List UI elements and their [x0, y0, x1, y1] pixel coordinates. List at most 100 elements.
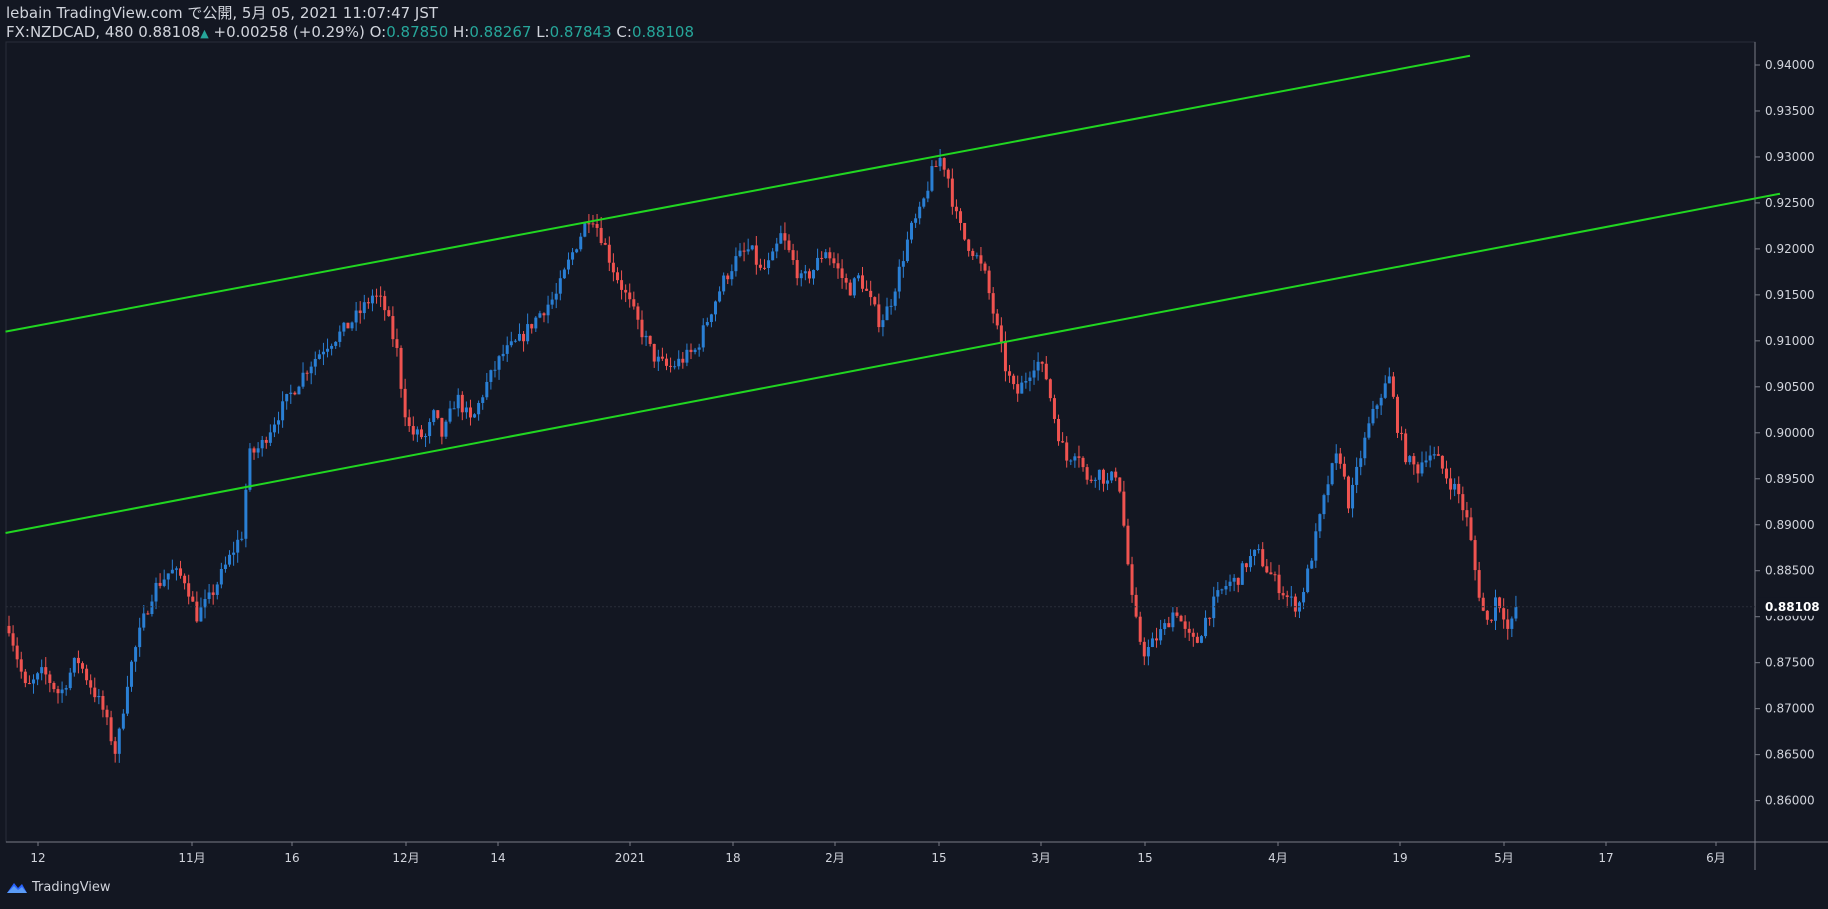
- time-tick-label: 12月: [392, 851, 419, 865]
- candle-body: [23, 671, 27, 684]
- candle-body: [1457, 483, 1461, 495]
- time-tick-label: 17: [1598, 851, 1613, 865]
- candle-body: [844, 278, 848, 283]
- candle-body: [142, 613, 146, 628]
- time-tick-label: 12: [30, 851, 45, 865]
- candle-body: [1338, 453, 1342, 464]
- candle-body: [803, 271, 807, 274]
- candle-body: [330, 345, 334, 349]
- candle-body: [346, 322, 350, 329]
- candle-body: [1003, 342, 1007, 372]
- publisher-info: lebain TradingView.com で公開, 5月 05, 2021 …: [6, 4, 439, 22]
- candle-body: [1444, 468, 1448, 479]
- candle-body: [1510, 618, 1514, 629]
- candle-body: [1179, 615, 1183, 622]
- candle-body: [464, 407, 468, 413]
- candle-body: [787, 240, 791, 251]
- candle-body: [1277, 574, 1281, 594]
- time-axis[interactable]: 12 11月 16 12月 14 2021 18 2月 15 3月 15 4月 19 5月 17 6月: [30, 842, 1726, 865]
- candle-body: [1155, 638, 1159, 641]
- candle-body: [991, 293, 995, 314]
- price-tick-label: 0.91000: [1765, 334, 1815, 348]
- candle-body: [824, 252, 828, 259]
- candle-body: [615, 272, 619, 281]
- candle-body: [542, 313, 546, 316]
- candle-body: [959, 211, 963, 223]
- candle-body: [1081, 457, 1085, 468]
- candle-body: [607, 244, 611, 263]
- candle-body: [497, 356, 501, 370]
- channel-lower-trendline[interactable]: [5, 192, 1781, 535]
- candle-body: [452, 408, 456, 410]
- candle-body: [918, 206, 922, 219]
- close-label: C:: [616, 23, 632, 41]
- candle-body: [432, 410, 436, 423]
- candle-body: [746, 249, 750, 252]
- candle-body: [1150, 638, 1154, 648]
- candle-body: [285, 394, 289, 402]
- candle-body: [1028, 377, 1032, 382]
- price-chart[interactable]: 0.860000.865000.870000.875000.880000.885…: [0, 0, 1828, 909]
- candle-body: [1159, 629, 1163, 641]
- candle-body: [922, 198, 926, 207]
- candle-body: [354, 310, 358, 323]
- candle-body: [1359, 458, 1363, 467]
- candle-body: [436, 410, 440, 418]
- candle-body: [1265, 566, 1269, 573]
- candle-body: [1326, 484, 1330, 496]
- close-value: 0.88108: [631, 23, 694, 41]
- candle-body: [995, 313, 999, 326]
- candle-body: [1306, 568, 1310, 593]
- candle-body: [146, 613, 150, 615]
- candle-body: [1371, 408, 1375, 424]
- candle-body: [856, 275, 860, 279]
- candle-body: [350, 322, 354, 329]
- channel-upper-trendline[interactable]: [5, 54, 1471, 333]
- candle-body: [1506, 619, 1510, 629]
- candle-body: [11, 633, 15, 646]
- price-change: +0.00258 (+0.29%): [213, 23, 365, 41]
- candle-body: [1130, 564, 1134, 595]
- candle-body: [117, 728, 121, 754]
- candle-body: [64, 688, 68, 690]
- candle-body: [848, 282, 852, 296]
- time-tick-label: 15: [931, 851, 946, 865]
- price-tick-label: 0.86000: [1765, 794, 1815, 808]
- candle-body: [1461, 494, 1465, 511]
- candle-body: [334, 341, 338, 346]
- candle-body: [481, 397, 485, 403]
- time-tick-label: 6月: [1706, 851, 1726, 865]
- candle-body: [477, 402, 481, 415]
- candle-body: [309, 366, 313, 374]
- price-tick-label: 0.87500: [1765, 656, 1815, 670]
- candle-body: [701, 325, 705, 348]
- candle-body: [40, 667, 44, 674]
- candle-body: [575, 249, 579, 253]
- candle-body: [1044, 363, 1048, 380]
- candle-body: [97, 695, 101, 698]
- candle-body: [1244, 563, 1248, 568]
- candle-body: [1171, 612, 1175, 628]
- candle-body: [317, 354, 321, 359]
- candle-body: [1485, 610, 1489, 620]
- candle-body: [963, 222, 967, 240]
- candle-body: [1473, 540, 1477, 571]
- candle-body: [664, 358, 668, 366]
- candle-body: [656, 356, 660, 362]
- candle-body: [1224, 586, 1228, 590]
- candle-body: [877, 304, 881, 328]
- candle-body: [689, 349, 693, 353]
- candle-body: [595, 224, 599, 228]
- trendlines[interactable]: [5, 54, 1781, 535]
- candle-body: [914, 218, 918, 223]
- candle-body: [697, 347, 701, 350]
- candle-body: [517, 333, 521, 341]
- branding[interactable]: TradingView: [6, 880, 111, 895]
- candle-body: [1428, 455, 1432, 461]
- candle-body: [709, 314, 713, 323]
- candle-body: [121, 713, 125, 729]
- candle-body: [1257, 549, 1261, 551]
- candle-body: [673, 366, 677, 368]
- candle-body: [1204, 617, 1208, 637]
- candle-body: [1346, 476, 1350, 509]
